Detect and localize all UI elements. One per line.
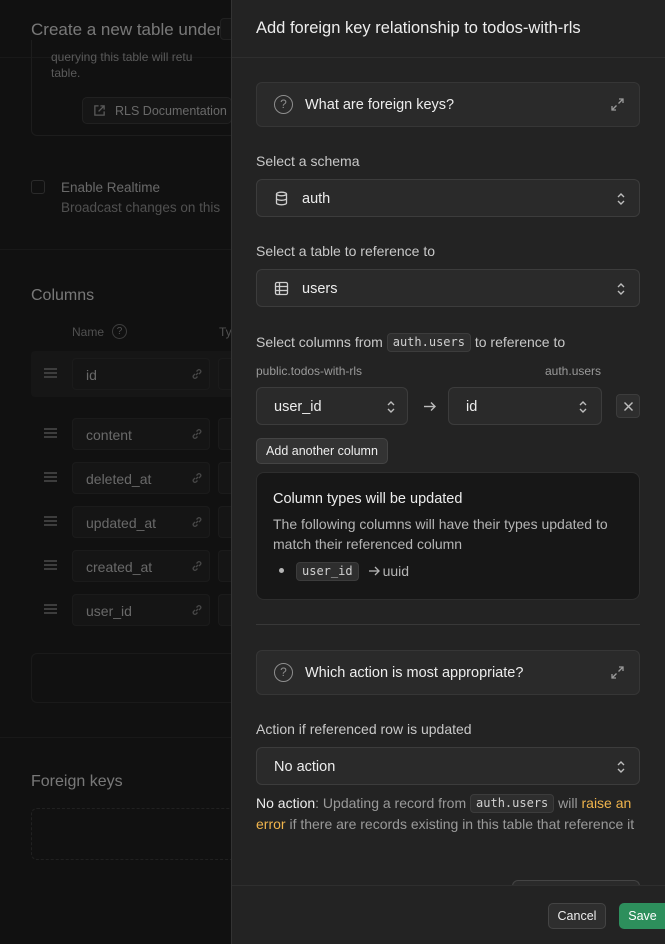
action-description: No action: Updating a record from auth.u… [256, 793, 640, 835]
chevron-up-down-icon [617, 193, 625, 205]
what-are-foreign-keys-collapsible[interactable]: ? What are foreign keys? [256, 82, 640, 127]
chevron-up-down-icon [617, 283, 625, 295]
columns-label-suffix: to reference to [474, 334, 566, 350]
bullet-icon [279, 568, 284, 573]
action-description-part2: will [558, 795, 578, 811]
source-table-label: public.todos-with-rls [256, 364, 363, 378]
add-another-column-button[interactable]: Add another column [256, 438, 388, 464]
table-value: users [302, 281, 338, 297]
action-label: Action if referenced row is updated [256, 721, 472, 737]
source-column-value: user_id [274, 399, 322, 415]
types-notice-title: Column types will be updated [273, 491, 463, 507]
types-item-column: user_id [296, 562, 359, 581]
panel-footer: Cancel Save [232, 885, 665, 944]
schema-value: auth [302, 191, 331, 207]
chevron-up-down-icon [387, 401, 395, 413]
which-action-label: Which action is most appropriate? [305, 665, 524, 681]
expand-icon [611, 666, 624, 679]
table-label: Select a table to reference to [256, 243, 435, 259]
close-icon [624, 402, 633, 411]
on-update-action-select[interactable]: No action [256, 747, 640, 785]
columns-label: Select columns from auth.users to refere… [256, 333, 565, 352]
chevron-up-down-icon [579, 401, 587, 413]
what-are-foreign-keys-label: What are foreign keys? [305, 97, 455, 113]
remove-column-button[interactable] [616, 394, 640, 418]
action-description-code: auth.users [470, 794, 555, 813]
target-column-select[interactable]: id [448, 387, 602, 425]
schema-label: Select a schema [256, 153, 360, 169]
save-button[interactable]: Save [619, 903, 665, 929]
which-action-collapsible[interactable]: ? Which action is most appropriate? [256, 650, 640, 695]
foreign-key-side-panel: Add foreign key relationship to todos-wi… [231, 0, 665, 944]
table-select[interactable]: users [256, 269, 640, 307]
target-column-value: id [466, 399, 478, 415]
panel-title: Add foreign key relationship to todos-wi… [256, 19, 581, 37]
action-value: No action [274, 759, 336, 775]
panel-header: Add foreign key relationship to todos-wi… [232, 0, 665, 58]
chevron-up-down-icon [617, 761, 625, 773]
arrow-right-icon [368, 566, 380, 576]
columns-label-code: auth.users [386, 333, 471, 352]
section-divider [256, 624, 640, 625]
action-description-strong: No action [256, 795, 316, 811]
help-circle-icon: ? [274, 663, 293, 682]
arrow-right-icon [424, 402, 436, 411]
schema-select[interactable]: auth [256, 179, 640, 217]
target-table-label: auth.users [545, 364, 602, 378]
types-notice-description: The following columns will have their ty… [273, 516, 608, 552]
action-description-part1: : Updating a record from [315, 795, 467, 811]
cancel-button[interactable]: Cancel [548, 903, 606, 929]
table-icon [274, 281, 289, 296]
source-column-select[interactable]: user_id [256, 387, 408, 425]
action-description-part3: if there are records existing in this ta… [289, 816, 635, 832]
help-circle-icon: ? [274, 95, 293, 114]
columns-label-prefix: Select columns from [256, 334, 383, 350]
types-item-type: uuid [382, 563, 410, 579]
column-types-notice: Column types will be updated The followi… [256, 472, 640, 600]
expand-icon [611, 98, 624, 111]
types-notice-item: user_id uuid [279, 562, 409, 584]
database-icon [275, 191, 288, 206]
